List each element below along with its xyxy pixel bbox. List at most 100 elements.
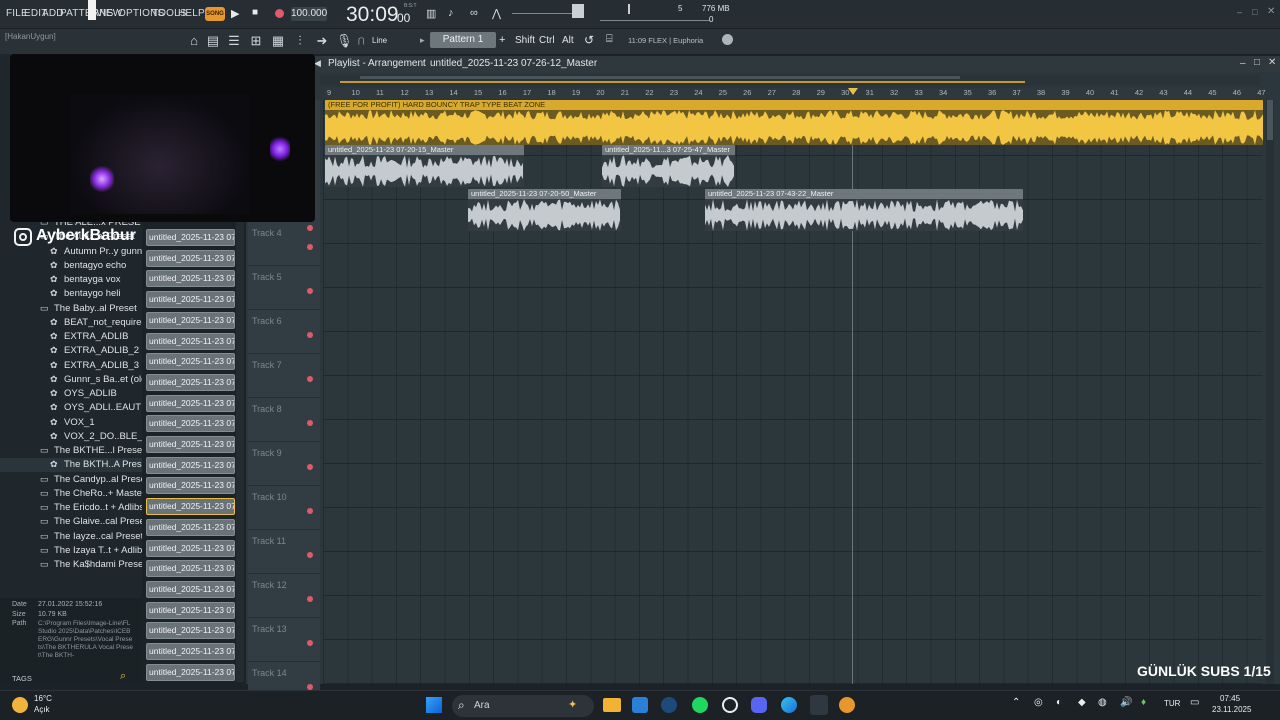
track-mute-dot[interactable] [307,244,313,250]
song-mode-toggle[interactable]: SONG [205,7,225,21]
cart-icon[interactable]: ⌸ [606,33,613,46]
pattern-selector[interactable]: Pattern 1 [430,32,496,48]
channel-button[interactable]: untitled_2025-11-23 07-... [146,229,235,246]
browser-preset[interactable]: ✿ Autumn Pr..y gunnr) [0,245,148,259]
playlist-scrollbar[interactable] [1266,100,1274,684]
pl-minimize-icon[interactable]: – [1240,58,1246,69]
snap-mode[interactable]: Line [372,36,387,45]
stop-icon[interactable]: ■ [252,7,258,18]
channel-button[interactable]: untitled_2025-11-23 07-... [146,601,235,619]
scroll-thumb[interactable] [1267,100,1273,140]
channel-scrollbar[interactable] [236,222,244,682]
browser-preset[interactable]: ✿ VOX_1 [0,416,142,430]
mixer-icon[interactable]: ▦ [270,33,286,49]
browser-folder[interactable]: ▭ The Iayze..cal Preset [0,530,143,544]
network-icon[interactable]: ▭ [1190,697,1199,708]
browser-folder[interactable]: ▭ The Ka$hdami Preset [0,558,146,572]
browser-folder[interactable]: ▭ The Candyp..al Preset [0,473,149,487]
browser-preset[interactable]: ✿ OYS_ADLIB [0,387,142,401]
ctrl-button[interactable]: Ctrl [539,35,555,46]
horizontal-scroll[interactable] [320,74,1260,86]
discord-icon[interactable] [751,697,767,713]
browser-preset[interactable]: ✿ The BKTH..A Preset [0,458,150,473]
clock-date[interactable]: 23.11.2025 [1212,705,1251,714]
track-header[interactable]: Track 13 [248,618,320,662]
channel-button[interactable]: untitled_2025-11-23 07-... [146,663,235,681]
channel-button[interactable]: untitled_2025-11-23 07-... [146,643,235,660]
master-pitch-slider[interactable] [600,20,710,21]
magnet-icon[interactable]: ⋂ [358,36,365,45]
track-header[interactable]: Track 12 [248,574,320,618]
tray-app-icon[interactable]: ◐ [1056,697,1062,708]
channel-button[interactable]: untitled_2025-11-23 07-... [146,249,235,267]
tray-app-icon[interactable]: ◎ [1034,697,1043,708]
track-mute-dot[interactable] [307,225,313,231]
wait-input-icon[interactable]: ⋀ [492,7,501,20]
record-icon[interactable] [275,9,284,18]
channel-button[interactable]: untitled_2025-11-23 07-... [146,394,235,412]
search-icon[interactable]: ⌕ [120,670,126,683]
browser-folder[interactable]: ▭ The Glaive..cal Preset [0,515,147,529]
timeline-ruler[interactable]: 9 10 11 12 13 14 15 16 17 18 19 20 21 22 23 24 25 26 27 28 2… [325,88,1266,99]
weather-desc[interactable]: Açık [34,705,50,714]
clip-vocal-4[interactable]: untitled_2025-11-23 07-43-22_Master [705,189,1023,231]
clip-vocal-3[interactable]: untitled_2025-11-23 07-20-50_Master [468,189,621,231]
alt-button[interactable]: Alt [562,35,574,46]
track-header[interactable]: Track 10 [248,486,320,530]
browser-preset[interactable]: ✿ bentaygo heli [0,287,142,301]
track-mute-dot[interactable] [307,640,313,646]
browser-folder[interactable]: ▭ The Ericdo..t + Adlibs [0,501,144,515]
taskbar-search[interactable]: ⌕ Ara ✦ [452,695,594,717]
channel-button[interactable]: untitled_2025-11-23 07-... [146,539,235,557]
master-volume-slider[interactable] [512,13,572,14]
shift-button[interactable]: Shift [515,35,535,46]
arrow-right-icon[interactable]: ➜ [314,33,330,49]
play-icon[interactable]: ▶ [231,7,239,20]
browser-preset[interactable]: ✿ BEAT_not_required [0,316,147,330]
undo-icon[interactable]: ↺ [584,33,594,47]
loop-record-icon[interactable]: ∞ [470,7,478,19]
track-header[interactable]: Track 8 [248,398,320,442]
browser-preset[interactable]: ✿ bentagyo echo [0,259,142,273]
maximize-icon[interactable]: □ [1252,7,1257,17]
menu-help[interactable]: HELP [178,8,205,19]
pl-maximize-icon[interactable]: □ [1254,57,1260,68]
edge-icon[interactable] [781,697,797,713]
track-header[interactable]: Track 9 [248,442,320,486]
tempo-display[interactable]: 100.000 [291,7,327,21]
track-mute-dot[interactable] [307,288,313,294]
arrangement-grid[interactable] [323,100,1263,684]
channel-button[interactable]: untitled_2025-11-23 07-... [146,498,235,516]
clock-time[interactable]: 07:45 [1220,694,1240,703]
scroll-thumb[interactable] [360,76,960,79]
fl-studio-icon[interactable] [839,697,855,713]
browser-preset[interactable]: ✿ VOX_2_DO..BLE_EAR [0,430,162,444]
clip-vocal-2[interactable]: untitled_2025-11...3 07-25-47_Master [602,145,735,187]
steam-icon[interactable] [661,697,677,713]
track-mute-dot[interactable] [307,420,313,426]
snap-icon[interactable]: ⌂ [186,33,202,49]
track-mute-dot[interactable] [307,376,313,382]
browser-preset[interactable]: ✿ EXTRA_ADLIB_2 [0,344,142,358]
track-mute-dot[interactable] [307,464,313,470]
clip-beat[interactable]: (FREE FOR PROFIT) HARD BOUNCY TRAP TYPE … [325,100,1263,145]
volume-icon[interactable]: 🔊 [1120,697,1132,708]
track-mute-dot[interactable] [307,596,313,602]
browser-preset[interactable]: ✿ bentayga vox [0,273,142,287]
browser-folder[interactable]: ▭ The BKTHE...l Preset [0,444,145,458]
mic-tray-icon[interactable]: ♦ [1141,697,1146,708]
channel-button[interactable]: untitled_2025-11-23 07-... [146,270,235,288]
master-volume-handle[interactable] [572,4,584,18]
track-mute-dot[interactable] [307,508,313,514]
browser-preset[interactable]: ✿ EXTRA_ADLIB [0,330,142,344]
channel-button[interactable]: untitled_2025-11-23 07-... [146,353,235,371]
tray-chevron-icon[interactable]: ⌃ [1012,697,1020,708]
track-header[interactable]: Track 6 [248,310,320,354]
channel-button[interactable]: untitled_2025-11-23 07-... [146,311,235,329]
track-header[interactable]: Track 7 [248,354,320,398]
clip-vocal-1[interactable]: untitled_2025-11-23 07-20-15_Master [325,145,524,187]
minimize-icon[interactable]: – [1237,7,1242,17]
tray-app-icon[interactable]: ◆ [1078,697,1086,708]
track-header[interactable]: Track 5 [248,266,320,310]
channel-button[interactable]: untitled_2025-11-23 07-... [146,456,235,474]
